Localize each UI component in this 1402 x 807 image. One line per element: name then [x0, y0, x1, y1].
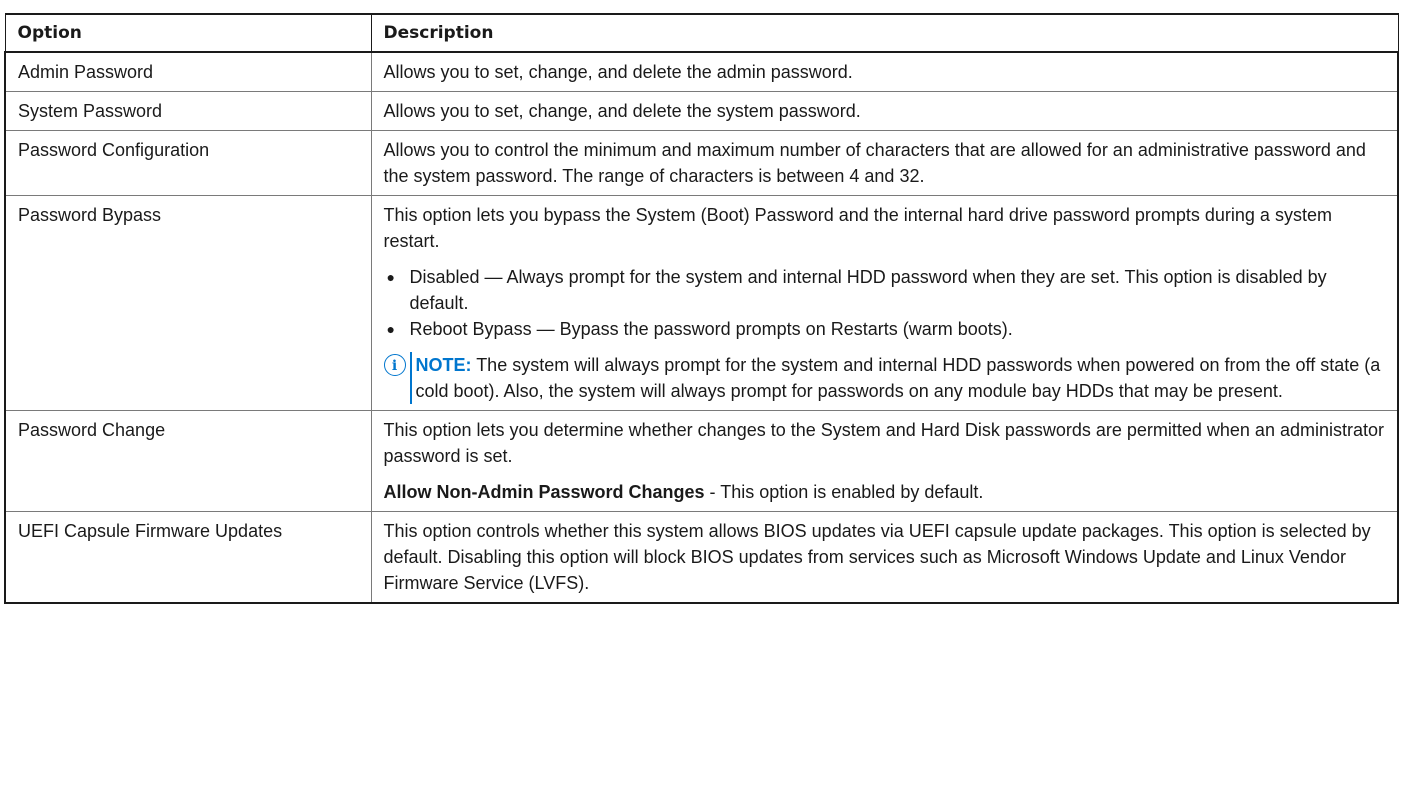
table-row: Password Change This option lets you det… [4, 410, 1399, 512]
description-cell: This option controls whether this system… [370, 511, 1399, 604]
bullet-icon: ● [386, 269, 395, 285]
description-cell: Allows you to set, change, and delete th… [370, 51, 1399, 92]
table-row: System Password Allows you to set, chang… [4, 91, 1399, 131]
setting-line: Allow Non-Admin Password Changes - This … [384, 479, 1386, 505]
info-icon: i [383, 354, 406, 376]
list-item: ● Disabled — Always prompt for the system… [384, 264, 1386, 316]
description-cell: This option lets you determine whether c… [370, 410, 1399, 512]
header-option: Option [4, 13, 372, 53]
description-text: This option lets you bypass the System (… [383, 205, 1332, 251]
note-callout: i NOTE: The system will always prompt fo… [383, 352, 1386, 404]
bullet-list: ● Disabled — Always prompt for the system… [384, 264, 1386, 342]
list-item: ● Reboot Bypass — Bypass the password pro… [384, 316, 1386, 342]
setting-name: Allow Non-Admin Password Changes [383, 482, 705, 502]
note-text: The system will always prompt for the sy… [415, 355, 1381, 401]
option-cell: System Password [4, 91, 372, 131]
table-row: UEFI Capsule Firmware Updates This optio… [4, 511, 1399, 604]
header-description: Description [370, 13, 1399, 53]
note-label: NOTE: [415, 355, 472, 375]
description-cell: Allows you to control the minimum and ma… [370, 130, 1399, 196]
option-cell: Password Bypass [4, 195, 372, 411]
list-item-text: Disabled — Always prompt for the system … [409, 267, 1327, 313]
option-cell: Password Change [4, 410, 372, 512]
table-header-row: Option Description [4, 13, 1399, 53]
description-text: This option lets you determine whether c… [383, 420, 1385, 466]
option-cell: Password Configuration [4, 130, 372, 196]
description-cell: Allows you to set, change, and delete th… [370, 91, 1399, 131]
description-cell: This option lets you bypass the System (… [370, 195, 1399, 411]
table-row: Password Bypass This option lets you byp… [4, 195, 1399, 411]
setting-text: - This option is enabled by default. [704, 482, 984, 502]
list-item-text: Reboot Bypass — Bypass the password prom… [409, 319, 1013, 339]
note-body: NOTE: The system will always prompt for … [409, 352, 1386, 404]
bullet-icon: ● [386, 321, 395, 337]
option-cell: Admin Password [4, 51, 372, 92]
option-cell: UEFI Capsule Firmware Updates [4, 511, 372, 604]
table-row: Password Configuration Allows you to con… [4, 130, 1399, 196]
table-row: Admin Password Allows you to set, change… [4, 51, 1399, 92]
options-table: Option Description Admin Password Allows… [4, 13, 1399, 604]
